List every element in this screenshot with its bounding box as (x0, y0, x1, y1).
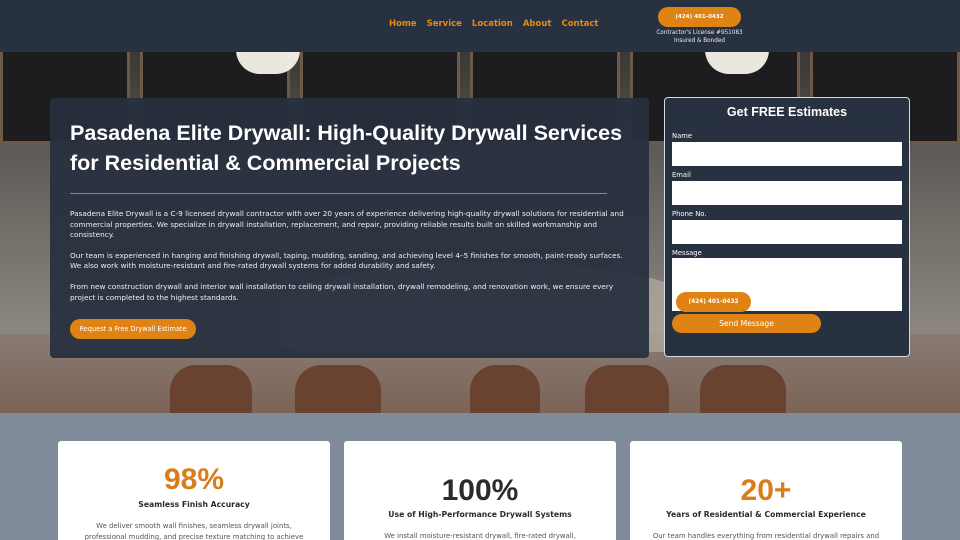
hero-title: Pasadena Elite Drywall: High-Quality Dry… (70, 121, 623, 175)
message-label: Message (672, 249, 702, 257)
stat-caption: Years of Residential & Commercial Experi… (666, 510, 866, 519)
form-title: Get FREE Estimates (726, 105, 848, 119)
nav-home-link[interactable]: Home (389, 19, 417, 29)
stat-caption: Use of High-Performance Drywall Systems (388, 510, 572, 519)
hero-paragraph: Pasadena Elite Drywall is a C-9 licensed… (70, 209, 624, 240)
stat-caption: Seamless Finish Accuracy (138, 500, 250, 509)
nav-service-link[interactable]: Service (427, 19, 462, 29)
hero-chair-image (295, 365, 381, 413)
stat-value: 98% (163, 463, 225, 496)
nav-location-link[interactable]: Location (472, 19, 513, 29)
stat-card: 98% Seamless Finish Accuracy We deliver … (58, 441, 330, 540)
hero-chair-image (585, 365, 669, 413)
estimate-form: Get FREE Estimates Name Email Phone No. … (664, 97, 910, 357)
site-header: Home Service Location About Contact (424… (0, 0, 960, 52)
name-label: Name (672, 132, 693, 140)
license-info: Contractor's License #951083 Insured & B… (648, 29, 751, 45)
name-field[interactable] (672, 142, 902, 166)
stat-card: 100% Use of High-Performance Drywall Sys… (344, 441, 616, 540)
hero-description: Pasadena Elite Drywall is a C-9 licensed… (70, 209, 630, 313)
insured-bonded-text: Insured & Bonded (674, 38, 725, 44)
hero-chair-image (170, 365, 252, 413)
stat-description: We deliver smooth wall finishes, seamles… (84, 522, 304, 540)
request-estimate-button[interactable]: Request a Free Drywall Estimate (70, 319, 196, 339)
nav-about-link[interactable]: About (523, 19, 552, 29)
hero-paragraph: Our team is experienced in hanging and f… (70, 250, 623, 271)
stat-description: We install moisture-resistant drywall, f… (384, 532, 576, 540)
phone-field[interactable] (672, 220, 902, 244)
hero-paragraph: From new construction drywall and interi… (70, 281, 614, 302)
stat-value: 100% (441, 474, 519, 507)
hero-divider (70, 193, 607, 194)
header-phone-button[interactable]: (424) 401-0432 (658, 7, 741, 27)
email-field[interactable] (672, 181, 902, 205)
phone-label: Phone No. (672, 210, 707, 218)
main-nav: Home Service Location About Contact (389, 19, 608, 29)
email-label: Email (672, 171, 691, 179)
stat-description: Our team handles everything from residen… (652, 532, 880, 540)
send-message-button[interactable]: Send Message (672, 314, 821, 333)
hero-chair-image (470, 365, 540, 413)
stat-card: 20+ Years of Residential & Commercial Ex… (630, 441, 902, 540)
stat-value: 20+ (740, 474, 792, 507)
hero-chair-image (700, 365, 786, 413)
form-phone-button[interactable]: (424) 401-0432 (676, 292, 751, 312)
nav-contact-link[interactable]: Contact (561, 19, 598, 29)
hero-panel: Pasadena Elite Drywall: High-Quality Dry… (50, 98, 649, 358)
license-number: Contractor's License #951083 (656, 30, 743, 36)
